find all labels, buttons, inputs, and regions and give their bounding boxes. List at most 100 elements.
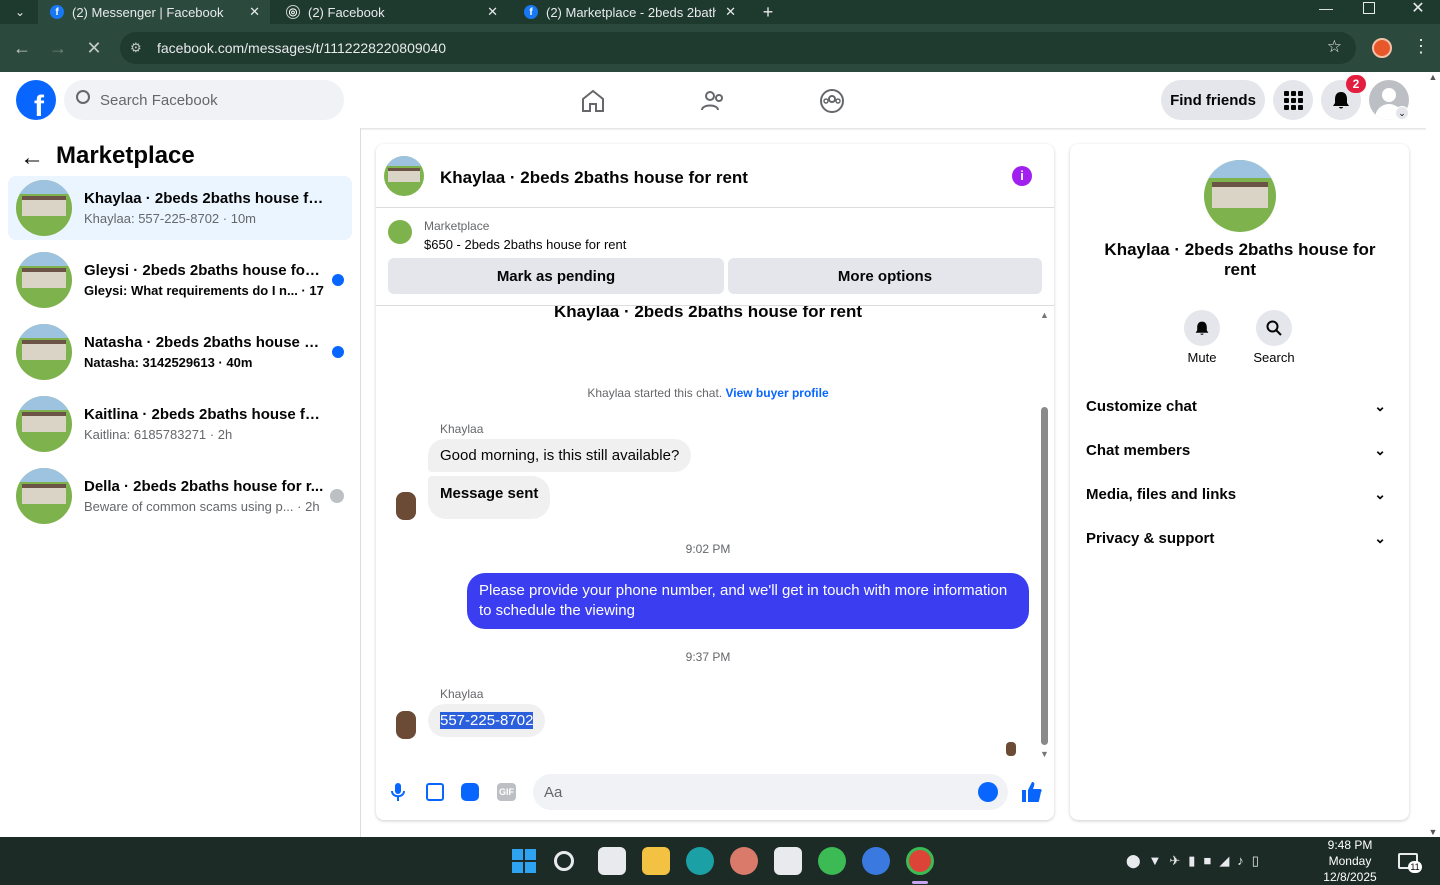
photo-icon[interactable]: [426, 783, 444, 801]
sender-avatar[interactable]: [396, 711, 416, 739]
message-input[interactable]: Aa: [533, 774, 1008, 810]
clock-time[interactable]: 9:48 PM: [1316, 838, 1384, 852]
chrome-icon[interactable]: [862, 847, 890, 875]
conversation-item[interactable]: Gleysi · 2beds 2baths house for r... Gley…: [8, 248, 352, 312]
back-arrow-icon[interactable]: ←: [10, 36, 34, 60]
back-arrow-icon[interactable]: ←: [20, 144, 44, 172]
maximize-icon[interactable]: [1363, 2, 1375, 14]
menu-grid-icon: [1284, 91, 1303, 110]
file-explorer-icon[interactable]: [642, 847, 670, 875]
search-input[interactable]: Search Facebook: [64, 80, 344, 120]
profile-avatar-icon[interactable]: [1372, 38, 1392, 58]
conversation-title: Kaitlina · 2beds 2baths house for r...: [84, 406, 324, 423]
account-chevron-icon[interactable]: ⌄: [1395, 106, 1409, 120]
task-view-icon[interactable]: [598, 847, 626, 875]
chrome-icon[interactable]: [818, 847, 846, 875]
site-settings-icon[interactable]: ⚙: [130, 40, 142, 56]
customize-chat-section[interactable]: Customize chat ⌄: [1086, 384, 1394, 428]
incoming-message[interactable]: Good morning, is this still available?: [428, 439, 692, 472]
bell-icon: [1333, 92, 1349, 109]
tab-messenger[interactable]: f (2) Messenger | Facebook ✕: [38, 0, 270, 24]
windows-start-icon[interactable]: [510, 847, 538, 875]
section-label: Media, files and links: [1086, 485, 1237, 503]
menu-grid-button[interactable]: [1273, 80, 1313, 120]
listing-thumbnail[interactable]: [388, 220, 412, 244]
facebook-favicon-icon: f: [524, 5, 538, 19]
forward-arrow-icon[interactable]: →: [46, 36, 70, 60]
conversation-item[interactable]: Khaylaa · 2beds 2baths house for r... Kha…: [8, 176, 352, 240]
new-tab-button[interactable]: +: [758, 0, 778, 24]
facebook-logo-icon[interactable]: f: [16, 80, 56, 120]
media-files-links-section[interactable]: Media, files and links ⌄: [1086, 472, 1394, 516]
home-icon[interactable]: [580, 88, 606, 114]
active-app-indicator: [912, 881, 928, 884]
scroll-down-icon[interactable]: ▼: [1426, 827, 1440, 837]
composer: GIF Aa: [376, 764, 1054, 820]
clock-date[interactable]: 12/8/2025: [1316, 870, 1384, 884]
conversation-item[interactable]: Natasha · 2beds 2baths house fo... Natash…: [8, 320, 352, 384]
close-tab-icon[interactable]: ✕: [487, 4, 498, 20]
listing-detail[interactable]: $650 - 2beds 2baths house for rent: [424, 237, 626, 252]
section-label: Chat members: [1086, 441, 1191, 459]
info-icon[interactable]: i: [1012, 166, 1032, 186]
search-icon: [76, 90, 90, 104]
chat-title[interactable]: Khaylaa · 2beds 2baths house for rent: [440, 168, 748, 188]
find-friends-button[interactable]: Find friends: [1161, 80, 1265, 120]
sender-avatar[interactable]: [396, 492, 416, 520]
scroll-down-icon[interactable]: ▼: [1040, 749, 1049, 759]
emoji-icon[interactable]: [978, 782, 998, 802]
tab-facebook[interactable]: ◎ (2) Facebook ✕: [276, 0, 508, 24]
scrollbar-thumb[interactable]: [1041, 407, 1048, 745]
outgoing-message[interactable]: Please provide your phone number, and we…: [467, 573, 1029, 629]
mute-button[interactable]: [1184, 310, 1220, 346]
url-text: facebook.com/messages/t/1112228220809040: [157, 40, 447, 56]
close-tab-icon[interactable]: ✕: [725, 4, 736, 20]
app-icon[interactable]: [730, 847, 758, 875]
edge-icon[interactable]: [686, 847, 714, 875]
chat-start-note: Khaylaa started this chat. View buyer pr…: [376, 386, 1040, 400]
stop-loading-icon[interactable]: ✕: [82, 36, 106, 60]
browser-menu-icon[interactable]: ⋮: [1412, 36, 1430, 57]
tab-list-dropdown[interactable]: ⌄: [8, 0, 32, 24]
windows-taskbar: ⬤▼✈▮■◢♪▯ 9:48 PM Monday 12/8/2025 11: [0, 837, 1440, 885]
search-label: Search: [1253, 350, 1295, 365]
chat-members-section[interactable]: Chat members ⌄: [1086, 428, 1394, 472]
gif-icon[interactable]: GIF: [497, 783, 516, 801]
incoming-message[interactable]: Message sent: [428, 476, 551, 519]
minimize-icon[interactable]: —: [1316, 0, 1336, 24]
conversation-item[interactable]: Della · 2beds 2baths house for r... Bewar…: [8, 464, 352, 528]
profile-avatar[interactable]: [1204, 160, 1276, 232]
scroll-up-icon[interactable]: ▲: [1040, 310, 1049, 320]
incoming-message[interactable]: 557-225-8702: [428, 704, 546, 737]
close-window-icon[interactable]: ✕: [1408, 0, 1428, 22]
conversation-preview: Natasha: 3142529613 · 40m: [84, 355, 253, 370]
store-icon[interactable]: [774, 847, 802, 875]
url-field[interactable]: ⚙ facebook.com/messages/t/11122282208090…: [120, 32, 1356, 64]
clock-day[interactable]: Monday: [1316, 854, 1384, 868]
user-status-icon: [330, 489, 344, 503]
tab-marketplace[interactable]: f (2) Marketplace - 2beds 2baths ✕: [514, 0, 746, 24]
more-options-button[interactable]: More options: [728, 258, 1042, 294]
page-scrollbar[interactable]: ▲ ▼: [1426, 72, 1440, 837]
chevron-down-icon: ⌄: [1374, 397, 1386, 414]
view-buyer-profile-link[interactable]: View buyer profile: [725, 386, 828, 400]
conversation-item[interactable]: Kaitlina · 2beds 2baths house for r... Ka…: [8, 392, 352, 456]
friends-icon[interactable]: [700, 88, 726, 114]
sticker-icon[interactable]: [461, 783, 479, 801]
groups-icon[interactable]: [819, 88, 845, 114]
chevron-down-icon: ⌄: [1374, 485, 1386, 502]
chat-avatar[interactable]: [384, 156, 424, 196]
privacy-support-section[interactable]: Privacy & support ⌄: [1086, 516, 1394, 560]
chrome-icon[interactable]: [906, 847, 934, 875]
mark-pending-button[interactable]: Mark as pending: [388, 258, 724, 294]
like-icon[interactable]: [1020, 780, 1044, 804]
microphone-icon[interactable]: [390, 782, 406, 802]
chat-header: Khaylaa · 2beds 2baths house for rent i: [376, 144, 1054, 208]
bookmark-star-icon[interactable]: ☆: [1327, 37, 1342, 57]
close-tab-icon[interactable]: ✕: [249, 4, 260, 20]
timestamp: 9:37 PM: [685, 650, 731, 664]
scroll-up-icon[interactable]: ▲: [1426, 72, 1440, 82]
tray-icons[interactable]: ⬤▼✈▮■◢♪▯: [1126, 853, 1316, 869]
search-icon[interactable]: [554, 851, 574, 871]
search-button[interactable]: [1256, 310, 1292, 346]
